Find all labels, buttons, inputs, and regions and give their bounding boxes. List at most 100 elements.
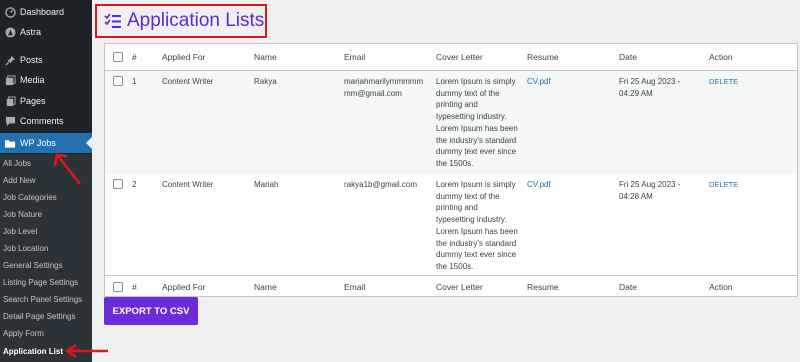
cover-line: printing and [436,100,478,110]
resume-link[interactable]: CV.pdf [527,76,551,88]
row-name: Mariah [254,180,279,189]
date-line: 04:29 AM [619,88,653,98]
table-row: 2 Content Writer Mariah rakya1b@gmail.co… [105,174,797,275]
cover-line: typesetting industry. [436,215,507,225]
cover-line: typesetting industry. [436,112,507,122]
col-cover-letter[interactable]: Cover Letter [436,52,483,64]
cover-line: the 1500s. [436,261,474,271]
submenu-apply-form[interactable]: Apply Form [3,329,44,338]
menu-label: Posts [20,55,43,65]
col-action[interactable]: Action [709,52,733,64]
row-number: 2 [132,180,137,189]
col-number[interactable]: # [132,282,137,294]
row-email: rakya1b@gmail.com [344,179,417,191]
cover-line: dummy text of the [436,88,500,98]
col-date[interactable]: Date [619,52,637,64]
media-icon [3,73,17,87]
cover-line: Lorem Ipsum has been [436,226,518,236]
menu-item-dashboard[interactable]: Dashboard [0,2,92,22]
col-email[interactable]: Email [344,52,365,64]
col-action[interactable]: Action [709,282,733,294]
submenu-listing-page-settings[interactable]: Listing Page Settings [3,278,78,287]
dashboard-icon [3,5,17,19]
col-name[interactable]: Name [254,52,277,64]
cover-line: dummy text ever since [436,250,517,260]
menu-item-pages[interactable]: Pages [0,91,92,111]
cover-line: the industry's standard [436,135,517,145]
applications-table: # Applied For Name Email Cover Letter Re… [104,43,798,297]
row-email: mariahmarilymmmmm mm@gmail.com [344,76,423,99]
col-date[interactable]: Date [619,282,637,294]
date-line: Fri 25 Aug 2023 - [619,180,681,189]
menu-label: Astra [20,27,42,37]
col-number[interactable]: # [132,52,137,64]
resume-link[interactable]: CV.pdf [527,179,551,191]
cover-line: dummy text of the [436,191,500,201]
row-cover-letter: Lorem Ipsum is simply dummy text of the … [436,179,518,273]
menu-label: WP Jobs [20,138,56,148]
col-applied-for[interactable]: Applied For [162,52,205,64]
table-header-row: # Applied For Name Email Cover Letter Re… [105,44,797,71]
email-line: rakya1b@gmail.com [344,180,418,189]
col-resume[interactable]: Resume [527,282,559,294]
row-applied-for: Content Writer [162,77,214,86]
submenu-search-panel-settings[interactable]: Search Panel Settings [3,295,82,304]
pages-icon [3,94,17,108]
table-footer-row: # Applied For Name Email Cover Letter Re… [105,275,797,297]
cover-line: Lorem Ipsum is simply [436,180,516,189]
submenu-general-settings[interactable]: General Settings [3,261,63,270]
active-indicator [86,137,92,149]
menu-label: Media [20,75,45,85]
menu-label: Pages [20,96,46,106]
cover-line: the 1500s. [436,158,474,168]
row-name: Rakya [254,77,277,86]
menu-item-comments[interactable]: Comments [0,111,92,131]
date-line: Fri 25 Aug 2023 - [619,77,681,86]
menu-item-media[interactable]: Media [0,70,92,90]
comment-icon [3,114,17,128]
submenu-job-level[interactable]: Job Level [3,227,37,236]
export-csv-button[interactable]: EXPORT TO CSV [104,297,198,325]
row-cover-letter: Lorem Ipsum is simply dummy text of the … [436,76,518,170]
col-name[interactable]: Name [254,282,277,294]
annotation-arrow-icon [64,343,108,359]
menu-label: Dashboard [20,7,65,17]
table-row: 1 Content Writer Rakya mariahmarilymmmmm… [105,71,797,174]
delete-button[interactable]: DELETE [709,179,738,191]
cover-line: printing and [436,203,478,213]
col-applied-for[interactable]: Applied For [162,282,205,294]
row-date: Fri 25 Aug 2023 - 04:29 AM [619,76,680,99]
page-title: Application Lists [127,10,265,31]
email-line: mm@gmail.com [344,88,402,98]
row-checkbox[interactable] [113,76,123,86]
submenu-detail-page-settings[interactable]: Detail Page Settings [3,312,76,321]
submenu-application-list[interactable]: Application List [3,347,63,356]
col-email[interactable]: Email [344,282,365,294]
page-title-box: Application Lists [95,4,267,38]
astra-icon [3,25,17,39]
row-applied-for: Content Writer [162,180,214,189]
pin-icon [3,53,17,67]
select-all-checkbox-footer[interactable] [113,282,123,292]
folder-icon [3,136,17,150]
menu-item-posts[interactable]: Posts [0,50,92,70]
cover-line: dummy text ever since [436,147,517,157]
delete-button[interactable]: DELETE [709,76,738,88]
select-all-checkbox[interactable] [113,52,123,62]
submenu-job-categories[interactable]: Job Categories [3,193,57,202]
cover-line: the industry's standard [436,238,517,248]
submenu-all-jobs[interactable]: All Jobs [3,159,31,168]
cover-line: Lorem Ipsum is simply [436,77,516,86]
checklist-icon [104,13,121,28]
cover-line: Lorem Ipsum has been [436,123,518,133]
col-cover-letter[interactable]: Cover Letter [436,282,483,294]
menu-item-astra[interactable]: Astra [0,22,92,42]
submenu-job-location[interactable]: Job Location [3,244,48,253]
row-date: Fri 25 Aug 2023 - 04:28 AM [619,179,680,202]
annotation-arrow-icon [53,153,81,185]
menu-label: Comments [20,116,64,126]
submenu-job-nature[interactable]: Job Nature [3,210,42,219]
submenu-add-new[interactable]: Add New [3,176,35,185]
row-checkbox[interactable] [113,179,123,189]
col-resume[interactable]: Resume [527,52,559,64]
